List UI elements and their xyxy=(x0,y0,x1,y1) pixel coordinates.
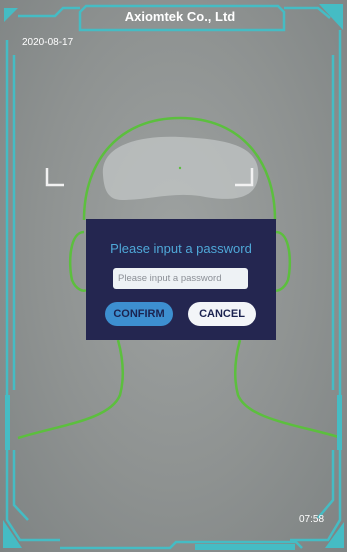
dialog-title: Please input a password xyxy=(110,241,252,256)
date-label: 2020-08-17 xyxy=(22,37,74,48)
confirm-button[interactable]: CONFIRM xyxy=(105,302,173,326)
app-title: Axiomtek Co., Ltd xyxy=(124,9,236,24)
cancel-button[interactable]: CANCEL xyxy=(188,302,256,326)
password-input[interactable] xyxy=(113,268,248,289)
password-dialog: Please input a password CONFIRM CANCEL xyxy=(86,219,276,340)
time-label: 07:58 xyxy=(299,514,325,525)
